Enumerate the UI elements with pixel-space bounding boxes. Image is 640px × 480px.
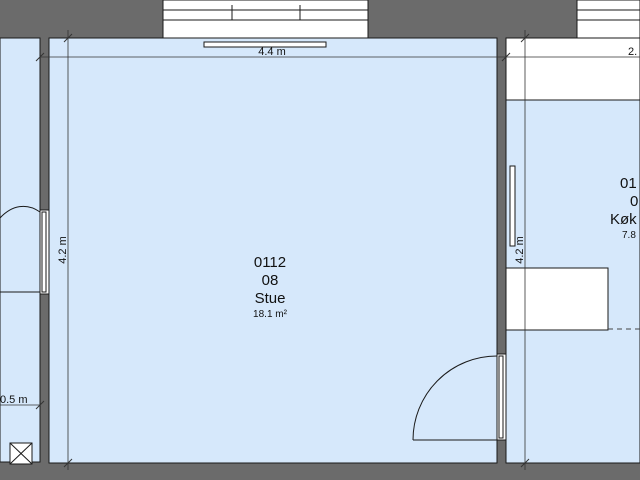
room-name: Stue bbox=[255, 290, 286, 307]
counter-top bbox=[505, 37, 640, 101]
top-window-band-right bbox=[576, 0, 640, 39]
right-door-leaf bbox=[498, 355, 504, 439]
dim-label-height-right: 4.2 m bbox=[514, 236, 526, 264]
dim-label-width-right: 2. bbox=[628, 46, 637, 58]
right-window-marker bbox=[509, 165, 516, 247]
room-stue bbox=[48, 37, 498, 464]
dim-label-width: 4.4 m bbox=[258, 46, 286, 58]
left-door-leaf bbox=[41, 211, 47, 293]
room-code: 08 bbox=[262, 272, 279, 289]
right-room-name: Køk bbox=[610, 211, 637, 228]
room-right bbox=[505, 37, 640, 464]
top-window-band bbox=[162, 0, 369, 39]
room-area: 18.1 m² bbox=[253, 309, 288, 320]
right-room-number: 01 bbox=[620, 175, 637, 192]
right-room-area: 7.8 bbox=[622, 230, 636, 241]
room-number: 0112 bbox=[254, 254, 286, 271]
floor-plan: 4.4 m 4.2 m 4.2 m 2. 0.5 m 0112 08 Stue … bbox=[0, 0, 640, 480]
right-room-code: 0 bbox=[630, 193, 638, 210]
dim-label-left: 0.5 m bbox=[0, 394, 28, 406]
cabinet bbox=[505, 267, 609, 331]
dim-label-height: 4.2 m bbox=[57, 236, 69, 264]
